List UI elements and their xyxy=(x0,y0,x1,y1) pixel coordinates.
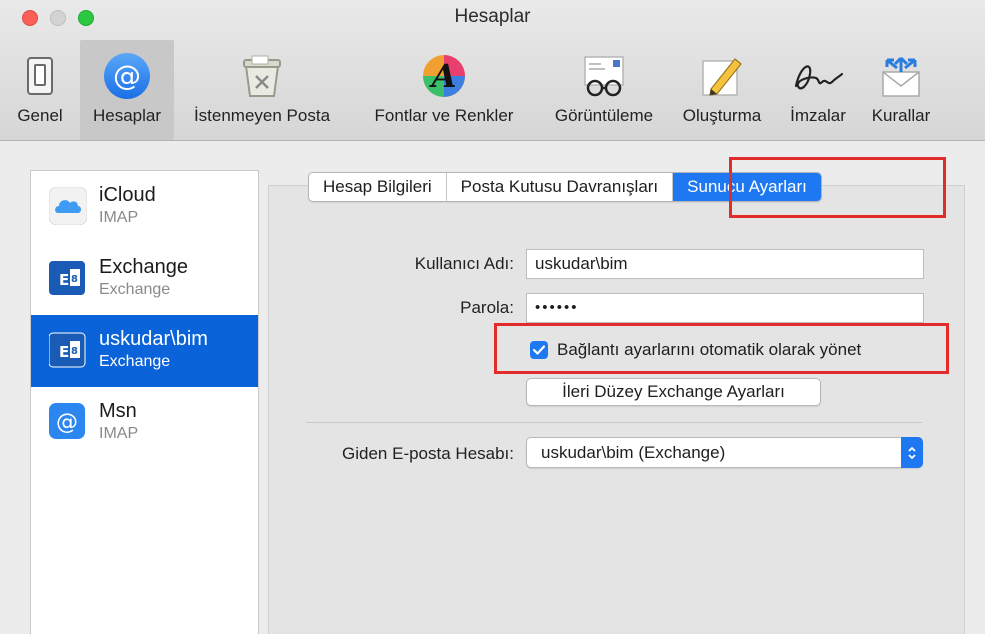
toolbar-label: Hesaplar xyxy=(92,106,162,125)
switch-icon xyxy=(12,48,68,104)
window-title: Hesaplar xyxy=(454,6,531,27)
at-sign-icon: @ xyxy=(99,48,155,104)
outgoing-account-select[interactable]: uskudar\bim (Exchange) xyxy=(526,437,923,468)
window-toolbar: Hesaplar Genel @ Hesaplar İstenmeyen Pos… xyxy=(0,0,985,141)
divider xyxy=(306,422,922,423)
toolbar-item-imzalar[interactable]: İmzalar xyxy=(776,40,860,140)
highlight-box-server-tab xyxy=(729,157,946,218)
toolbar-label: İstenmeyen Posta xyxy=(193,106,331,125)
account-type: Exchange xyxy=(99,353,171,370)
toolbar-item-hesaplar[interactable]: @ Hesaplar xyxy=(80,40,174,140)
svg-text:@: @ xyxy=(113,59,141,92)
toolbar-label: Görüntüleme xyxy=(554,106,654,125)
tab-hesap-bilgileri[interactable]: Hesap Bilgileri xyxy=(309,173,446,201)
toolbar-label: İmzalar xyxy=(790,106,846,125)
toolbar-item-kurallar[interactable]: Kurallar xyxy=(860,40,942,140)
account-name: uskudar\bim xyxy=(99,328,208,350)
exchange-icon: E 8 xyxy=(49,259,87,297)
svg-text:E: E xyxy=(59,271,69,289)
toolbar-label: Fontlar ve Renkler xyxy=(374,106,514,125)
account-item-msn[interactable]: @ Msn IMAP xyxy=(31,387,258,459)
signature-icon xyxy=(790,48,846,104)
username-label: Kullanıcı Adı: xyxy=(414,254,514,273)
junk-trash-icon xyxy=(234,48,290,104)
icloud-icon xyxy=(48,186,88,226)
highlight-box-auto-manage xyxy=(494,323,949,374)
toolbar-item-olusturma[interactable]: Oluşturma xyxy=(670,40,774,140)
toolbar-item-genel[interactable]: Genel xyxy=(4,40,76,140)
toolbar-item-fontlar-ve-renkler[interactable]: A Fontlar ve Renkler xyxy=(348,40,540,140)
account-type: IMAP xyxy=(99,425,139,442)
account-name: Msn xyxy=(99,400,137,422)
tab-posta-kutusu-davranislari[interactable]: Posta Kutusu Davranışları xyxy=(445,173,672,201)
font-colors-icon: A xyxy=(416,48,472,104)
account-type: Exchange xyxy=(99,281,171,298)
accounts-list: iCloud IMAP E 8 Exchange Exchange E 8 us… xyxy=(30,170,259,634)
toolbar-label: Genel xyxy=(17,106,63,125)
account-item-uskudar-bim[interactable]: E 8 uskudar\bim Exchange xyxy=(31,315,258,387)
password-label: Parola: xyxy=(460,298,514,317)
rules-envelope-icon xyxy=(873,48,929,104)
toolbar-item-istenmeyen-posta[interactable]: İstenmeyen Posta xyxy=(178,40,346,140)
outgoing-account-label: Giden E-posta Hesabı: xyxy=(342,444,514,463)
svg-text:E: E xyxy=(59,343,69,361)
chevron-updown-icon xyxy=(901,437,923,468)
exchange-icon: E 8 xyxy=(48,331,87,369)
outgoing-account-value: uskudar\bim (Exchange) xyxy=(541,443,726,462)
account-name: Exchange xyxy=(99,256,188,278)
svg-text:@: @ xyxy=(56,410,78,435)
password-field[interactable]: •••••• xyxy=(526,293,924,323)
toolbar-item-goruntuleme[interactable]: Görüntüleme xyxy=(540,40,668,140)
svg-text:8: 8 xyxy=(71,346,78,357)
svg-text:A: A xyxy=(429,57,457,95)
username-field[interactable]: uskudar\bim xyxy=(526,249,924,279)
glasses-letter-icon xyxy=(576,48,632,104)
toolbar-label: Oluşturma xyxy=(682,106,762,125)
account-item-icloud[interactable]: iCloud IMAP xyxy=(31,171,258,243)
pencil-icon xyxy=(694,48,750,104)
svg-text:8: 8 xyxy=(71,274,78,285)
account-name: iCloud xyxy=(99,184,156,206)
advanced-exchange-settings-button[interactable]: İleri Düzey Exchange Ayarları xyxy=(526,378,821,406)
toolbar-label: Kurallar xyxy=(871,106,931,125)
account-type: IMAP xyxy=(99,209,139,226)
account-item-exchange[interactable]: E 8 Exchange Exchange xyxy=(31,243,258,315)
at-sign-icon: @ xyxy=(49,403,87,441)
